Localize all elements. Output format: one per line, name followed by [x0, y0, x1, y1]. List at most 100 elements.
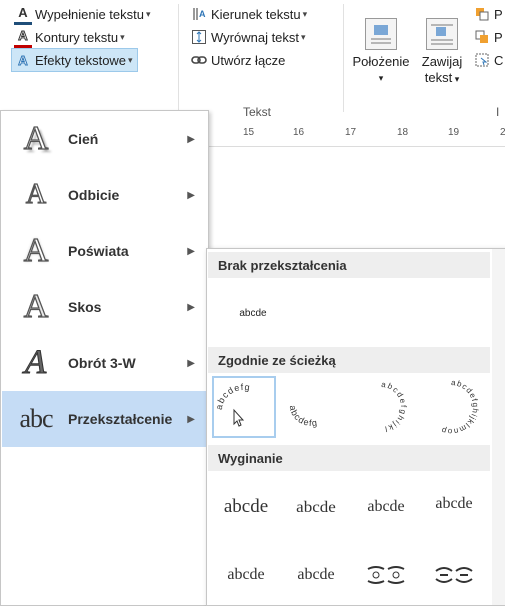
path-tile-arch-up[interactable]: abcdefg: [212, 376, 276, 438]
arch-down-text: abcdefg: [288, 405, 318, 429]
wrap-text-label-1: Zawijaj: [421, 54, 463, 69]
ruler-tick: 19: [448, 127, 460, 138]
text-effects-icon: A: [18, 52, 28, 68]
warp-garbled-icon: [367, 566, 405, 584]
text-fill-button[interactable]: A Wypełnienie tekstu ▾: [14, 4, 151, 25]
align-text-button[interactable]: Wyrównaj tekst ▾: [190, 27, 306, 47]
menu-item-bevel[interactable]: A Skos ▶: [2, 279, 207, 335]
ribbon-separator: [343, 4, 344, 112]
warp-sample: abcde: [435, 495, 473, 512]
position-icon: [365, 18, 397, 50]
horizontal-ruler[interactable]: 15 16 17 18 19 2: [208, 120, 505, 147]
path-tile-arch-down[interactable]: abcdefg: [280, 376, 344, 438]
circle-text: abcdefghijkl: [381, 380, 408, 434]
menu-item-3d-rotation[interactable]: A Obrót 3-W ▶: [2, 335, 207, 391]
group-label-partial: I: [496, 105, 500, 119]
position-label: Położenie: [352, 54, 410, 69]
no-transform-tile[interactable]: abcde: [213, 282, 293, 344]
text-effects-menu: A Cień ▶ A Odbicie ▶ A Poświata ▶ A Skos…: [0, 110, 209, 606]
chevron-down-icon: ▾: [452, 74, 460, 84]
warp-garbled-icon: [435, 567, 473, 583]
text-fill-label: Wypełnienie tekstu: [35, 6, 144, 22]
text-outline-label: Kontury tekstu: [35, 29, 119, 45]
arch-up-text: abcdefg: [216, 382, 251, 427]
menu-item-transform[interactable]: abc Przekształcenie ▶: [2, 391, 207, 447]
align-text-icon: [190, 28, 208, 46]
path-sample-text: abcdefghijkl: [381, 380, 407, 434]
text-outline-button[interactable]: A Kontury tekstu ▾: [14, 27, 125, 48]
link-icon: [190, 51, 208, 69]
menu-item-shadow[interactable]: A Cień ▶: [2, 111, 207, 167]
text-direction-icon: A: [190, 5, 208, 23]
create-link-button[interactable]: Utwórz łącze: [190, 50, 285, 70]
ruler-tick: 17: [345, 127, 357, 138]
warp-sample: abcde: [223, 496, 269, 517]
transform-gallery: Brak przekształcenia abcde Zgodnie ze śc…: [206, 248, 505, 606]
svg-text:abcdefghijkl: abcdefghijkl: [381, 380, 408, 434]
warp-tile-4[interactable]: abcde: [421, 476, 487, 538]
warp-tile-2[interactable]: abcde: [283, 476, 349, 538]
wrap-text-label-2-row: tekst ▾: [416, 70, 468, 87]
menu-item-glow[interactable]: A Poświata ▶: [2, 223, 207, 279]
wrap-text-icon: [426, 18, 458, 50]
selection-pane-button[interactable]: C: [473, 50, 503, 70]
gallery-scrollbar[interactable]: [492, 249, 505, 605]
menu-item-reflection[interactable]: A Odbicie ▶: [2, 167, 207, 223]
chevron-right-icon: ▶: [187, 301, 195, 313]
bring-forward-label: P: [494, 6, 503, 22]
chevron-right-icon: ▶: [187, 245, 195, 257]
warp-sample: abcde: [367, 498, 405, 515]
warp-tile-5[interactable]: abcde: [213, 544, 279, 606]
ruler-tick: 16: [293, 127, 305, 138]
bevel-icon: A: [23, 287, 49, 325]
chevron-right-icon: ▶: [187, 133, 195, 145]
create-link-label: Utwórz łącze: [211, 52, 286, 68]
chevron-down-icon: ▾: [301, 31, 306, 42]
reflection-icon: A: [25, 178, 47, 210]
path-sample-text: abcdefg: [216, 382, 250, 411]
align-text-label: Wyrównaj tekst: [211, 29, 300, 45]
button-text: abcdefghijklmnop: [440, 379, 480, 435]
text-direction-label: Kierunek tekstu: [211, 6, 301, 22]
selection-pane-label: C: [494, 52, 504, 68]
warp-sample: abcde: [296, 497, 336, 516]
wrap-text-button[interactable]: Zawijaj tekst ▾: [416, 18, 468, 87]
text-effects-button[interactable]: A Efekty tekstowe ▾: [11, 48, 138, 72]
text-effects-label: Efekty tekstowe: [35, 52, 127, 68]
ruler-tick: 2: [500, 127, 505, 138]
chevron-down-icon: ▾: [120, 31, 125, 42]
warp-tile-7[interactable]: [353, 544, 419, 606]
send-backward-button[interactable]: P: [473, 27, 503, 47]
position-button[interactable]: Położenie ▾: [348, 18, 414, 86]
chevron-down-icon: ▾: [128, 54, 133, 65]
3d-rotation-icon: A: [19, 344, 53, 382]
warp-tile-6[interactable]: abcde: [283, 544, 349, 606]
text-direction-button[interactable]: A Kierunek tekstu ▾: [190, 4, 307, 24]
warp-tile-1[interactable]: abcde: [213, 476, 279, 538]
ruler-tick: 15: [243, 127, 255, 138]
transform-icon-text: abc: [19, 404, 53, 433]
chevron-down-icon: ▾: [146, 8, 151, 19]
svg-text:A: A: [199, 9, 206, 19]
bring-forward-icon: [473, 5, 491, 23]
warp-sample: abcde: [227, 566, 265, 583]
path-sample-text: abcdefg: [288, 405, 318, 429]
menu-item-label: Obrót 3-W: [68, 355, 136, 371]
warp-header: Wyginanie: [208, 445, 490, 471]
selection-pane-icon: [473, 51, 491, 69]
ribbon: A Wypełnienie tekstu ▾ A Kontury tekstu …: [0, 0, 505, 121]
menu-item-label: Cień: [68, 131, 99, 147]
warp-tile-8[interactable]: [421, 544, 487, 606]
path-tile-button[interactable]: abcdefghijklmnop: [419, 376, 483, 438]
mouse-cursor-icon: [233, 408, 245, 427]
transform-icon: abc: [18, 401, 54, 437]
path-tile-circle[interactable]: abcdefghijkl: [349, 376, 413, 438]
no-transform-sample: abcde: [239, 307, 267, 319]
text-fill-icon: A: [14, 4, 32, 25]
svg-text:abcdefg: abcdefg: [216, 382, 251, 411]
warp-tile-3[interactable]: abcde: [353, 476, 419, 538]
menu-item-label: Odbicie: [68, 187, 120, 203]
chevron-down-icon: ▾: [302, 8, 308, 19]
menu-item-label: Przekształcenie: [68, 411, 173, 427]
bring-forward-button[interactable]: P: [473, 4, 503, 24]
